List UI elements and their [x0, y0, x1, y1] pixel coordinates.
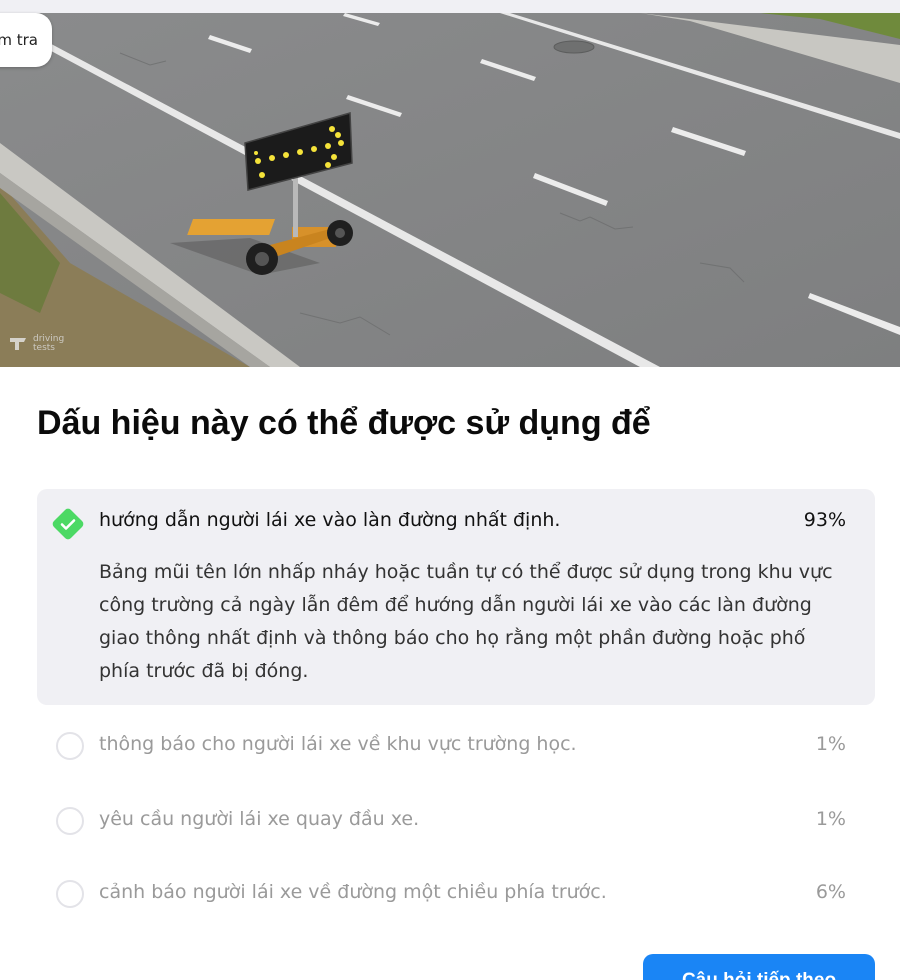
- back-to-test-pill[interactable]: m tra: [0, 13, 52, 67]
- answer-text: cảnh báo người lái xe về đường một chiều…: [99, 881, 607, 903]
- pill-label: m tra: [0, 31, 38, 49]
- answer-percent: 1%: [815, 808, 846, 830]
- radio-button[interactable]: [56, 807, 84, 835]
- radio-button[interactable]: [56, 732, 84, 760]
- answer-option-correct[interactable]: hướng dẫn người lái xe vào làn đường nhấ…: [37, 489, 875, 705]
- logo-icon: [10, 338, 26, 350]
- next-question-button[interactable]: Câu hỏi tiếp theo: [643, 954, 875, 980]
- answer-text: thông báo cho người lái xe về khu vực tr…: [99, 733, 577, 755]
- question-title: Dấu hiệu này có thể được sử dụng để: [37, 404, 651, 442]
- answer-percent: 6%: [815, 881, 846, 903]
- watermark-text: driving tests: [33, 334, 65, 353]
- answer-explanation: Bảng mũi tên lớn nhấp nháy hoặc tuần tự …: [99, 561, 833, 682]
- answer-option[interactable]: yêu cầu người lái xe quay đầu xe. 1%: [37, 804, 875, 844]
- answer-text: hướng dẫn người lái xe vào làn đường nhấ…: [99, 509, 561, 531]
- next-question-label: Câu hỏi tiếp theo: [682, 970, 836, 980]
- watermark-logo: driving tests: [8, 335, 73, 353]
- answer-text: yêu cầu người lái xe quay đầu xe.: [99, 808, 420, 830]
- check-icon: [52, 508, 84, 540]
- answer-percent: 93%: [803, 509, 846, 531]
- answer-option[interactable]: thông báo cho người lái xe về khu vực tr…: [37, 729, 875, 769]
- top-strip: [0, 0, 900, 13]
- question-image: [0, 13, 900, 367]
- answer-percent: 1%: [815, 733, 846, 755]
- radio-button[interactable]: [56, 880, 84, 908]
- answer-option[interactable]: cảnh báo người lái xe về đường một chiều…: [37, 877, 875, 917]
